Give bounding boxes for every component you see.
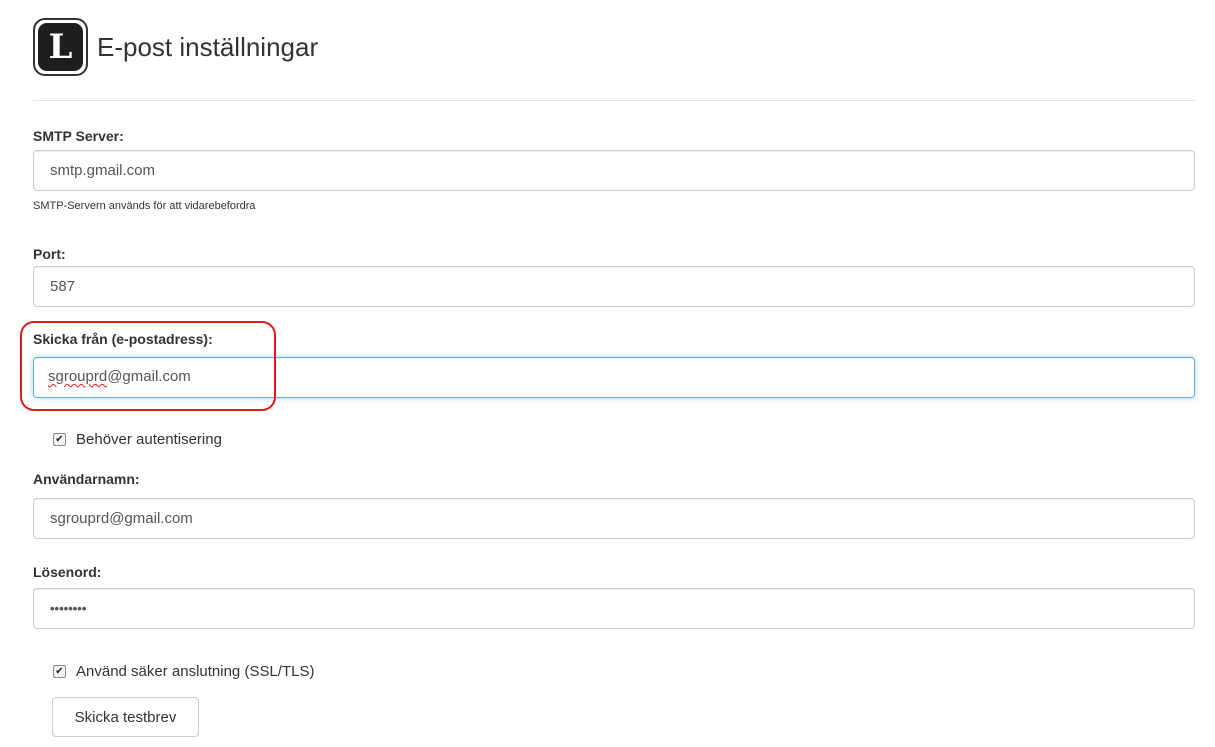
smtp-server-help-text: SMTP-Servern används för att vidarebefor… xyxy=(33,200,256,212)
logo-letter: L xyxy=(48,27,73,67)
send-from-label: Skicka från (e-postadress): xyxy=(33,331,213,347)
use-ssl-label: Använd säker anslutning (SSL/TLS) xyxy=(76,663,315,680)
app-logo-icon: L xyxy=(33,18,88,76)
use-ssl-checkbox[interactable]: ✔ xyxy=(53,665,66,678)
username-input[interactable] xyxy=(33,498,1195,539)
page-header: L E-post inställningar xyxy=(33,18,318,76)
requires-auth-label: Behöver autentisering xyxy=(76,431,222,448)
email-settings-page: L E-post inställningar SMTP Server: SMTP… xyxy=(0,0,1215,747)
smtp-server-label: SMTP Server: xyxy=(33,128,124,144)
use-ssl-checkbox-row[interactable]: ✔ Använd säker anslutning (SSL/TLS) xyxy=(53,663,314,680)
checkmark-icon: ✔ xyxy=(55,665,64,677)
page-title: E-post inställningar xyxy=(97,31,319,62)
logo-inner: L xyxy=(38,23,83,71)
requires-auth-checkbox-row[interactable]: ✔ Behöver autentisering xyxy=(53,431,222,448)
smtp-server-input[interactable] xyxy=(33,150,1195,191)
requires-auth-checkbox[interactable]: ✔ xyxy=(53,433,66,446)
username-label: Användarnamn: xyxy=(33,471,140,487)
send-from-input[interactable] xyxy=(33,357,1195,398)
password-input[interactable] xyxy=(33,588,1195,629)
port-input[interactable] xyxy=(33,266,1195,307)
port-label: Port: xyxy=(33,246,66,262)
send-test-email-button[interactable]: Skicka testbrev xyxy=(52,697,199,737)
password-label: Lösenord: xyxy=(33,564,102,580)
header-divider xyxy=(33,100,1195,101)
checkmark-icon: ✔ xyxy=(55,433,64,445)
